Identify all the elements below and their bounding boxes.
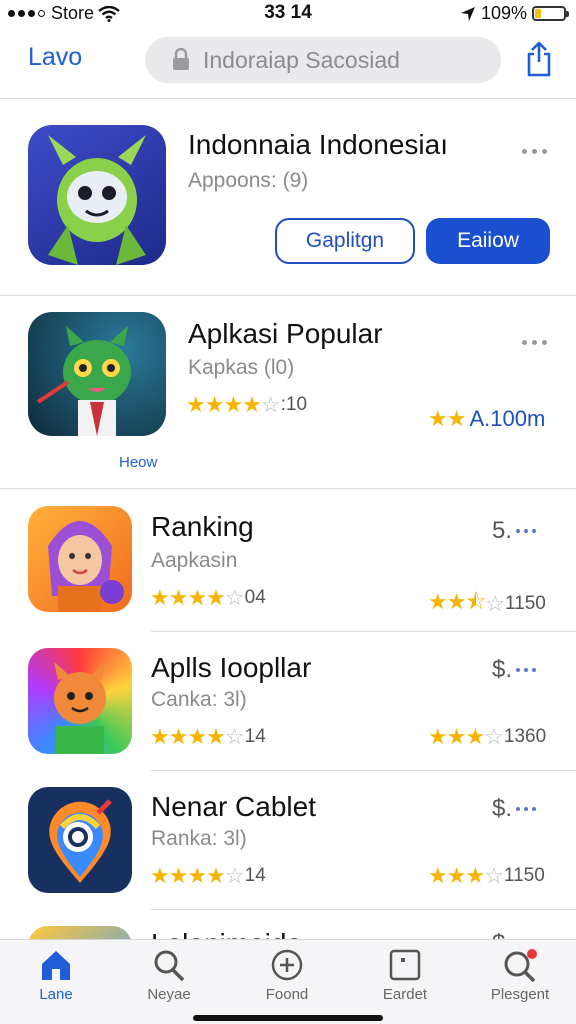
rating-value: 10 (285, 394, 308, 415)
search-icon (154, 950, 185, 982)
app-price[interactable]: 5. (492, 517, 537, 545)
right-rating-value: 1150 (503, 865, 545, 886)
app-row-nenar-cablet[interactable]: Nenar Cablet Ranka: 3l) $. ★★★★ ☆ 14 ★★★ ☆ 1… (0, 771, 576, 909)
app-icon-nenar-cablet[interactable] (28, 787, 132, 893)
tab-card[interactable]: Eardet (355, 948, 455, 1003)
tab-bar: Lane Neyae Foond Eardet Plesgent (0, 939, 576, 1024)
app-price[interactable]: $. (492, 656, 537, 684)
app-row-partial[interactable]: Lalanimaida $. (0, 910, 576, 940)
popular-subtitle: Kapkas (l0) (188, 356, 295, 379)
status-bar: Store 33 14 109% (0, 0, 576, 26)
featured-primary-button[interactable]: Eaiiow (426, 218, 550, 264)
tab-add[interactable]: Foond (237, 948, 337, 1003)
tab-search[interactable]: Neyae (119, 948, 219, 1003)
tab-explore[interactable]: Plesgent (470, 948, 570, 1003)
right-rating-value: 1150 (505, 593, 546, 614)
right-rating: ★★★ ☆ 1360 (428, 724, 547, 749)
right-rating-value: A.100m (469, 406, 546, 431)
app-icon-featured[interactable] (28, 125, 166, 265)
card-icon (389, 949, 421, 981)
app-row-ranking[interactable]: Ranking Aapkasin 5. ★★★★ ☆ 04 ★★⯪ ☆ 1150 (0, 489, 576, 631)
rating-value: 14 (244, 726, 266, 747)
price-value: 5. (492, 517, 513, 544)
app-icon-popular[interactable] (28, 312, 166, 436)
tab-label: Eardet (382, 986, 428, 1003)
tab-label: Foond (265, 986, 309, 1003)
app-title: Ranking (151, 511, 254, 542)
more-icon[interactable] (522, 340, 547, 345)
lock-icon (173, 48, 189, 70)
back-button[interactable]: Lavo (28, 43, 82, 72)
price-value: $. (492, 795, 513, 822)
battery-percent: 109% (480, 3, 527, 23)
right-rating: ★★⯪ ☆ 1150 (428, 589, 546, 616)
battery-icon (532, 6, 569, 21)
featured-app-row[interactable]: Indonnaia Indonesiaı Appoons: (9) Gaplit… (0, 99, 576, 295)
home-icon (42, 951, 70, 980)
popular-title: Aplkasi Popular (188, 318, 383, 349)
app-title: Nenar Cablet (151, 791, 316, 822)
right-rating-value: 1360 (503, 726, 547, 747)
home-indicator[interactable] (193, 1015, 383, 1021)
share-icon[interactable] (524, 40, 554, 78)
app-subtitle: Canka: 3l) (151, 688, 247, 711)
rating-stars: ★★★★ ☆ 14 (150, 724, 266, 749)
featured-outline-button[interactable]: Gaplitgn (275, 218, 415, 264)
rating-stars: ★★★★ ☆ 04 (150, 585, 266, 610)
app-title: Aplls Ioopllar (151, 652, 312, 683)
tab-home[interactable]: Lane (6, 948, 106, 1003)
rating-stars: ★★★★ ☆ 14 (150, 863, 266, 888)
tab-label: Neyae (147, 986, 191, 1003)
location-arrow-icon (460, 6, 475, 21)
app-price[interactable]: $. (492, 795, 537, 823)
more-icon[interactable] (522, 149, 547, 154)
app-subtitle: Aapkasin (151, 549, 238, 572)
app-icon-ranking[interactable] (28, 506, 132, 612)
search-placeholder: Indoraiap Sacosiad (203, 46, 400, 73)
plus-circle-icon (271, 949, 303, 981)
rating-stars: ★★★★ ☆:10 (186, 392, 308, 417)
app-icon-apps-popular[interactable] (28, 648, 132, 754)
right-rating: ★★ A.100m (428, 406, 546, 431)
popular-link[interactable]: Heow (119, 454, 157, 471)
status-right: 109% (460, 3, 569, 24)
app-icon-partial[interactable] (28, 926, 132, 940)
tab-label: Lane (39, 986, 73, 1003)
featured-title: Indonnaia Indonesiaı (188, 129, 448, 160)
search-field[interactable]: Indoraiap Sacosiad (145, 37, 501, 83)
price-value: $. (492, 656, 513, 683)
search-badge-icon (504, 949, 537, 982)
featured-subtitle: Appoons: (9) (188, 169, 309, 192)
app-row-apps-popular[interactable]: Aplls Ioopllar Canka: 3l) $. ★★★★ ☆ 14 ★★★… (0, 632, 576, 770)
rating-value: 14 (244, 865, 266, 886)
popular-app-row[interactable]: Aplkasi Popular Kapkas (l0) ★★★★ ☆:10 ★★ … (0, 296, 576, 488)
rating-value: 04 (244, 587, 266, 608)
right-rating: ★★★ ☆ 1150 (428, 863, 545, 888)
app-subtitle: Ranka: 3l) (151, 827, 247, 850)
tab-label: Plesgent (490, 986, 550, 1003)
navigation-bar: Lavo Indoraiap Sacosiad (0, 26, 576, 99)
